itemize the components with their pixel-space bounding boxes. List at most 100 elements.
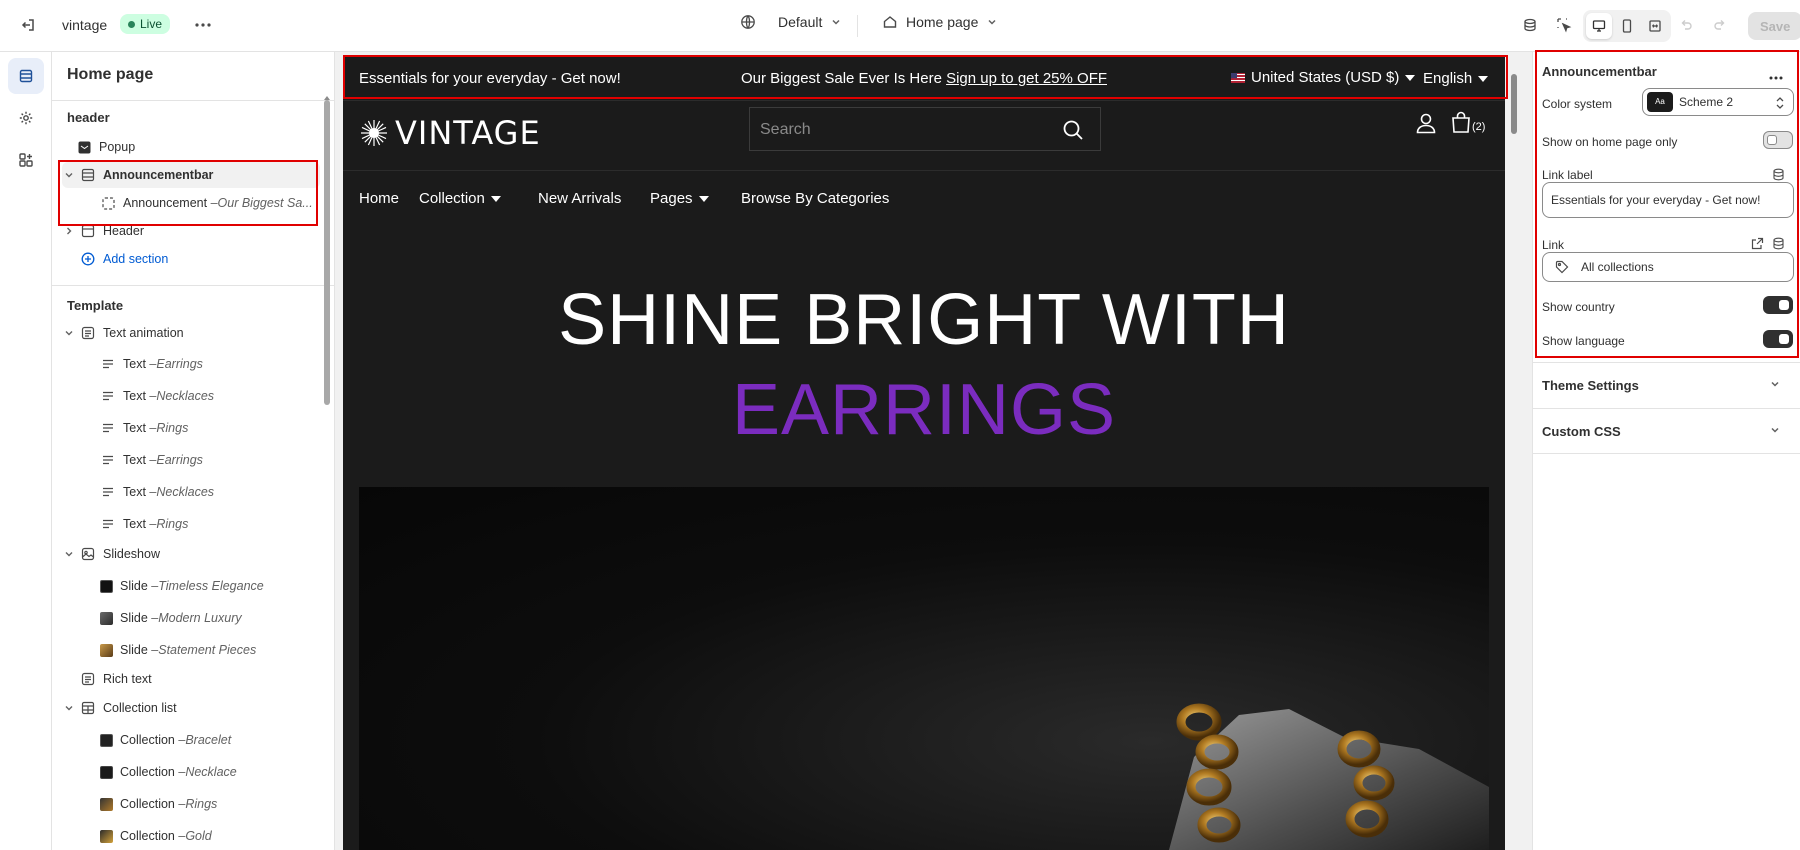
preview-scrollbar[interactable] (1511, 74, 1517, 134)
text-lines-icon (100, 484, 116, 500)
nav-new-arrivals[interactable]: New Arrivals (538, 190, 621, 207)
nav-pages-label: Pages (650, 190, 693, 207)
tree-item-sub: Necklaces (156, 389, 215, 403)
link-label-input[interactable]: Essentials for your everyday - Get now! (1542, 182, 1794, 218)
tree-item-text[interactable]: Text – Rings (52, 415, 322, 441)
show-language-toggle[interactable] (1763, 330, 1793, 348)
caret-down-icon (698, 195, 709, 202)
show-home-only-toggle[interactable] (1763, 131, 1793, 149)
tree-item-label: Announcementbar (103, 168, 214, 182)
chevron-down-icon[interactable] (62, 701, 76, 715)
hero-heading-line1: SHINE BRIGHT WITH (558, 280, 1290, 360)
store-logo[interactable]: VINTAGE (359, 114, 541, 152)
tree-item-slideshow[interactable]: Slideshow (52, 541, 322, 567)
chevron-down-icon[interactable] (62, 168, 76, 182)
chevron-down-icon[interactable] (62, 547, 76, 561)
custom-css-label: Custom CSS (1542, 423, 1621, 439)
external-link-icon[interactable] (1751, 237, 1764, 250)
desktop-icon[interactable] (1586, 13, 1612, 39)
cart-button[interactable]: (2) (1451, 111, 1485, 133)
tree-item-rich-text[interactable]: Rich text (52, 666, 322, 692)
tree-item-collection[interactable]: Collection – Rings (52, 791, 322, 817)
custom-css-section[interactable]: Custom CSS (1533, 408, 1800, 454)
section-layout-icon (80, 167, 96, 183)
announcement-signup-link[interactable]: Sign up to get 25% OFF (946, 70, 1107, 87)
tree-item-collection[interactable]: Collection – Gold (52, 823, 322, 849)
save-button[interactable]: Save (1748, 12, 1800, 40)
search-icon[interactable] (1062, 119, 1084, 141)
tree-item-announcementbar[interactable]: Announcementbar (62, 162, 320, 188)
account-icon[interactable] (1415, 112, 1437, 134)
tree-item-popup[interactable]: Popup (52, 134, 322, 160)
tree-item-slide[interactable]: Slide – Statement Pieces (52, 637, 322, 663)
text-lines-icon (100, 356, 116, 372)
show-country-toggle[interactable] (1763, 296, 1793, 314)
color-scheme-select[interactable]: Aa Scheme 2 (1642, 88, 1794, 116)
slide-thumbnail (100, 611, 113, 625)
tree-item-slide[interactable]: Slide – Modern Luxury (52, 605, 322, 631)
exit-icon[interactable] (14, 11, 42, 39)
more-options-icon[interactable] (1769, 68, 1783, 83)
tree-item-sub: Earrings (156, 357, 203, 371)
block-icon (100, 195, 116, 211)
tree-item-slide[interactable]: Slide – Timeless Elegance (52, 573, 322, 599)
tree-item-label: Collection (120, 829, 175, 843)
tree-item-text[interactable]: Text – Earrings (52, 447, 322, 473)
dynamic-source-icon[interactable] (1772, 237, 1785, 250)
tree-item-collection-list[interactable]: Collection list (52, 695, 322, 721)
inspector-icon[interactable] (1550, 11, 1578, 39)
nav-pages[interactable]: Pages (650, 190, 709, 207)
globe-icon (741, 15, 755, 29)
theme-settings-section[interactable]: Theme Settings (1533, 362, 1800, 408)
nav-home[interactable]: Home (359, 190, 399, 207)
tree-item-collection[interactable]: Collection – Bracelet (52, 727, 322, 753)
main-navigation: Home Collection New Arrivals Pages Brows… (343, 171, 1505, 227)
tree-item-text[interactable]: Text – Necklaces (52, 383, 322, 409)
dynamic-source-icon[interactable] (1772, 168, 1785, 181)
search-placeholder: Search (760, 121, 811, 138)
tree-item-label: Announcement (123, 196, 208, 210)
tree-item-sub: Modern Luxury (158, 611, 242, 625)
tree-item-text-animation[interactable]: Text animation (52, 320, 322, 346)
sections-icon[interactable] (8, 58, 44, 94)
nav-browse-categories[interactable]: Browse By Categories (741, 190, 889, 207)
tree-item-collection[interactable]: Collection – Necklace (52, 759, 322, 785)
chevron-down-icon (832, 19, 840, 25)
country-selector[interactable]: United States (USD $) (1231, 69, 1416, 86)
store-name: vintage (62, 17, 108, 33)
caret-down-icon (490, 195, 501, 202)
show-country-label: Show country (1542, 300, 1615, 314)
left-panel-scrollbar[interactable] (324, 100, 330, 405)
chevron-right-icon[interactable] (62, 224, 76, 238)
link-input[interactable]: All collections (1542, 252, 1794, 282)
tree-item-label: Text (123, 421, 146, 435)
nav-collection[interactable]: Collection (419, 190, 501, 207)
theme-selector[interactable]: Default (740, 14, 842, 30)
add-section-button[interactable]: Add section (52, 246, 322, 272)
more-options-icon[interactable] (189, 11, 217, 39)
tree-item-text[interactable]: Text – Rings (52, 511, 322, 537)
redo-icon[interactable] (1706, 11, 1734, 39)
page-selector[interactable]: Home page (882, 14, 998, 30)
undo-icon[interactable] (1672, 11, 1700, 39)
store-search-input[interactable]: Search (749, 107, 1101, 151)
tree-item-label: Collection (120, 733, 175, 747)
apps-icon[interactable] (8, 142, 44, 178)
sensitive-data-icon[interactable] (1516, 11, 1544, 39)
chevron-down-icon[interactable] (62, 326, 76, 340)
home-icon (883, 16, 897, 28)
tree-item-announcement[interactable]: Announcement – Our Biggest Sa... (52, 190, 322, 216)
tree-item-label: Collection (120, 797, 175, 811)
announcement-bar[interactable]: Essentials for your everyday - Get now! … (343, 57, 1505, 101)
tree-item-text[interactable]: Text – Earrings (52, 351, 322, 377)
announcement-left-text[interactable]: Essentials for your everyday - Get now! (359, 70, 621, 87)
settings-gear-icon[interactable] (8, 100, 44, 136)
tag-icon (1555, 260, 1569, 274)
full-width-icon[interactable] (1642, 13, 1668, 39)
live-label: Live (140, 17, 163, 31)
tree-item-header[interactable]: Header (52, 218, 322, 244)
mobile-icon[interactable] (1614, 13, 1640, 39)
language-selector[interactable]: English (1423, 70, 1489, 87)
tree-item-text[interactable]: Text – Necklaces (52, 479, 322, 505)
scroll-up-arrow-icon[interactable] (324, 96, 330, 100)
